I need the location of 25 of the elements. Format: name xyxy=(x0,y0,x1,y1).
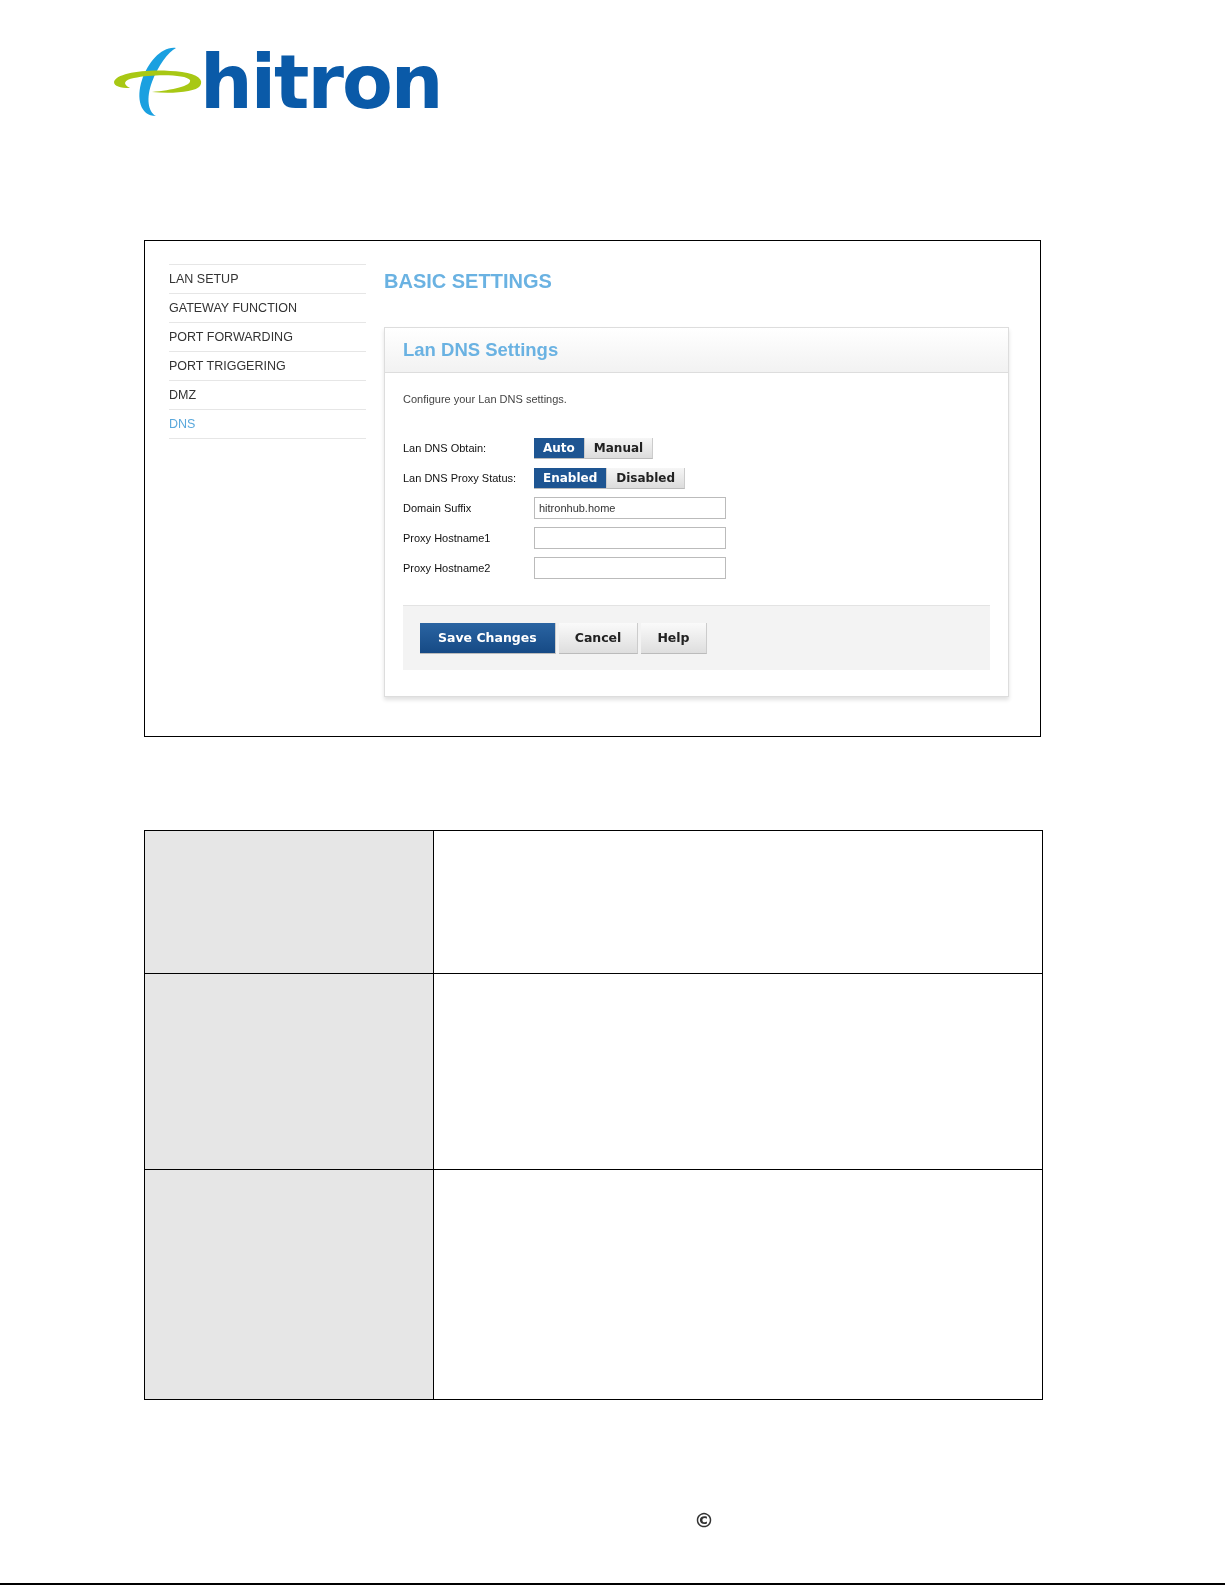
sidebar-item[interactable]: LAN SETUP xyxy=(169,265,366,294)
field-label: Proxy Hostname1 xyxy=(403,532,492,544)
save-button[interactable]: Save Changes xyxy=(420,622,556,654)
copyright-symbol: © xyxy=(694,1508,714,1532)
toggle-option[interactable]: Disabled xyxy=(607,467,686,489)
sidebar-item[interactable]: PORT TRIGGERING xyxy=(169,352,366,381)
text-field[interactable] xyxy=(534,527,726,549)
text-field[interactable] xyxy=(534,557,726,579)
field-label: Proxy Hostname2 xyxy=(403,562,492,574)
page-title: BASIC SETTINGS xyxy=(384,270,553,293)
toggle-option[interactable]: Auto xyxy=(534,437,585,459)
panel-title: Lan DNS Settings xyxy=(403,339,559,361)
field-label: Lan DNS Obtain: xyxy=(403,442,488,454)
panel-description: Configure your Lan DNS settings. xyxy=(403,393,568,405)
sidebar-item[interactable]: DMZ xyxy=(169,381,366,410)
logo-wordmark: hitron xyxy=(200,45,442,119)
action-button[interactable]: Cancel xyxy=(558,622,639,654)
text-field[interactable]: hitronhub.home xyxy=(534,497,726,519)
field-label: Domain Suffix xyxy=(403,502,473,514)
toggle-option[interactable]: Manual xyxy=(584,437,654,459)
toggle-option[interactable]: Enabled xyxy=(534,467,608,489)
sidebar-item[interactable]: PORT FORWARDING xyxy=(169,323,366,352)
sidebar-item[interactable]: GATEWAY FUNCTION xyxy=(169,294,366,323)
action-button[interactable]: Help xyxy=(641,622,707,654)
field-label: Lan DNS Proxy Status: xyxy=(403,472,518,484)
